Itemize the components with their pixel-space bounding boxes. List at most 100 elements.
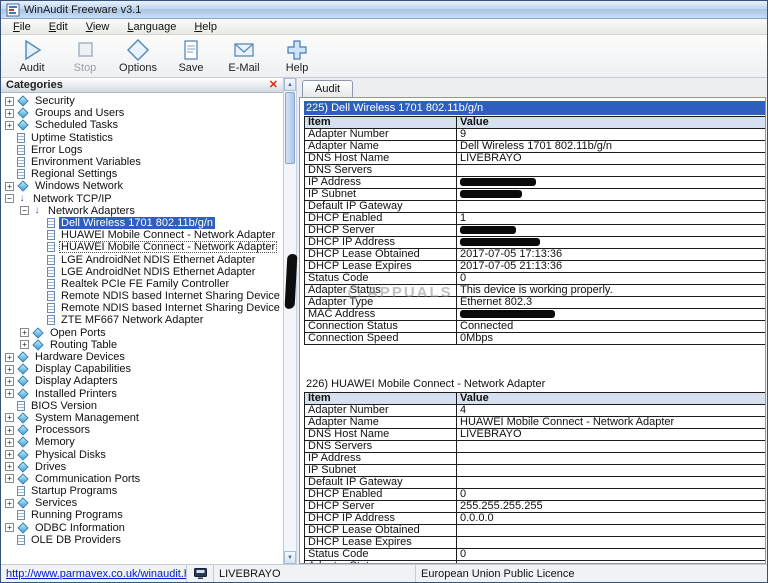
tree-item-label[interactable]: Startup Programs xyxy=(29,485,119,497)
tree-item-label[interactable]: Drives xyxy=(33,461,68,473)
tree-item[interactable]: ZTE MF667 Network Adapter xyxy=(1,314,283,326)
tree-item-label[interactable]: Physical Disks xyxy=(33,449,108,461)
options-button[interactable]: Options xyxy=(115,38,161,76)
tree-item-label[interactable]: Windows Network xyxy=(33,180,125,192)
tree-item-label[interactable]: Dell Wireless 1701 802.11b/g/n xyxy=(59,217,215,229)
tree-item[interactable]: Startup Programs xyxy=(1,485,283,497)
tree-item[interactable]: Remote NDIS based Internet Sharing Devic… xyxy=(1,302,283,314)
scroll-up-icon[interactable]: ▲ xyxy=(284,78,296,91)
tree-item-label[interactable]: Display Capabilities xyxy=(33,363,133,375)
tree-item-label[interactable]: Realtek PCIe FE Family Controller xyxy=(59,278,231,290)
tree-item-label[interactable]: Uptime Statistics xyxy=(29,132,115,144)
collapse-icon[interactable]: − xyxy=(20,206,29,215)
menu-item-edit[interactable]: Edit xyxy=(40,20,77,34)
tree-item-label[interactable]: Communication Ports xyxy=(33,473,142,485)
close-icon[interactable]: ✕ xyxy=(269,80,278,91)
expand-icon[interactable]: + xyxy=(5,438,14,447)
tree-item[interactable]: + Open Ports xyxy=(1,327,283,339)
tree-item[interactable]: Remote NDIS based Internet Sharing Devic… xyxy=(1,290,283,302)
tree-item[interactable]: +Drives xyxy=(1,461,283,473)
expand-icon[interactable]: + xyxy=(5,450,14,459)
tree-item[interactable]: +Security xyxy=(1,95,283,107)
tree-item[interactable]: Environment Variables xyxy=(1,156,283,168)
tree-item-label[interactable]: Network TCP/IP xyxy=(31,193,114,205)
tree-item-label[interactable]: Remote NDIS based Internet Sharing Devic… xyxy=(59,302,282,314)
tree-item[interactable]: BIOS Version xyxy=(1,400,283,412)
expand-icon[interactable]: + xyxy=(5,474,14,483)
expand-icon[interactable]: + xyxy=(20,340,29,349)
tree-item[interactable]: −↓Network Adapters xyxy=(1,205,283,217)
tree-item[interactable]: + Physical Disks xyxy=(1,448,283,460)
tree-item-label[interactable]: Remote NDIS based Internet Sharing Devic… xyxy=(59,290,282,302)
tree-item[interactable]: OLE DB Providers xyxy=(1,534,283,546)
tree-item[interactable]: Regional Settings xyxy=(1,168,283,180)
expand-icon[interactable]: + xyxy=(5,109,14,118)
stop-button[interactable]: Stop xyxy=(62,38,108,76)
tree-item-label[interactable]: BIOS Version xyxy=(29,400,99,412)
tree-item[interactable]: + Hardware Devices xyxy=(1,351,283,363)
tree-item[interactable]: + Groups and Users xyxy=(1,107,283,119)
expand-icon[interactable]: + xyxy=(5,365,14,374)
tree-item[interactable]: Error Logs xyxy=(1,144,283,156)
tree-item-label[interactable]: OLE DB Providers xyxy=(29,534,123,546)
tab-audit[interactable]: Audit xyxy=(302,80,353,98)
menu-item-help[interactable]: Help xyxy=(185,20,226,34)
tree-item-label[interactable]: ZTE MF667 Network Adapter xyxy=(59,314,205,326)
tree-item-label[interactable]: Groups and Users xyxy=(33,107,126,119)
tree-item-label[interactable]: Services xyxy=(33,497,79,509)
collapse-icon[interactable]: − xyxy=(5,194,14,203)
tree-item-label[interactable]: Installed Printers xyxy=(33,388,119,400)
expand-icon[interactable]: + xyxy=(5,377,14,386)
tree-item-label[interactable]: LGE AndroidNet NDIS Ethernet Adapter xyxy=(59,266,257,278)
scrollbar-track[interactable] xyxy=(284,91,296,551)
tree-item[interactable]: + Installed Printers xyxy=(1,388,283,400)
tree-item-label[interactable]: Hardware Devices xyxy=(33,351,127,363)
tree-item-label[interactable]: Error Logs xyxy=(29,144,84,156)
tree-item[interactable]: +Processors xyxy=(1,424,283,436)
expand-icon[interactable]: + xyxy=(5,523,14,532)
scrollbar-thumb[interactable] xyxy=(285,92,295,164)
tree-item[interactable]: HUAWEI Mobile Connect - Network Adapter xyxy=(1,229,283,241)
expand-icon[interactable]: + xyxy=(20,328,29,337)
menu-item-view[interactable]: View xyxy=(77,20,119,34)
save-button[interactable]: Save xyxy=(168,38,214,76)
tree-item[interactable]: + Services xyxy=(1,497,283,509)
tree-item-label[interactable]: LGE AndroidNet NDIS Ethernet Adapter xyxy=(59,254,257,266)
help-button[interactable]: Help xyxy=(274,38,320,76)
tree-item[interactable]: Realtek PCIe FE Family Controller xyxy=(1,278,283,290)
expand-icon[interactable]: + xyxy=(5,353,14,362)
tree-item-label[interactable]: Display Adapters xyxy=(33,375,120,387)
tree-item[interactable]: HUAWEI Mobile Connect - Network Adapter xyxy=(1,241,283,253)
expand-icon[interactable]: + xyxy=(5,389,14,398)
tree-item[interactable]: + Display Capabilities xyxy=(1,363,283,375)
tree-item[interactable]: Running Programs xyxy=(1,509,283,521)
tree-item[interactable]: + Routing Table xyxy=(1,339,283,351)
tree-item[interactable]: −↓Network TCP/IP xyxy=(1,193,283,205)
tree-item[interactable]: + Scheduled Tasks xyxy=(1,119,283,131)
tree-item-label[interactable]: Network Adapters xyxy=(46,205,137,217)
tree-item-label[interactable]: Running Programs xyxy=(29,509,125,521)
expand-icon[interactable]: + xyxy=(5,97,14,106)
expand-icon[interactable]: + xyxy=(5,426,14,435)
tree-item[interactable]: LGE AndroidNet NDIS Ethernet Adapter xyxy=(1,253,283,265)
tree-item[interactable]: Uptime Statistics xyxy=(1,132,283,144)
tree-item-label[interactable]: Open Ports xyxy=(48,327,108,339)
tree-item[interactable]: Dell Wireless 1701 802.11b/g/n xyxy=(1,217,283,229)
tree-item[interactable]: +ODBC Information xyxy=(1,522,283,534)
tree-item-label[interactable]: Scheduled Tasks xyxy=(33,119,120,131)
tree-item-label[interactable]: HUAWEI Mobile Connect - Network Adapter xyxy=(59,229,277,241)
tree-item[interactable]: LGE AndroidNet NDIS Ethernet Adapter xyxy=(1,266,283,278)
tree-item-label[interactable]: Memory xyxy=(33,436,77,448)
expand-icon[interactable]: + xyxy=(5,121,14,130)
tree-item[interactable]: + Memory xyxy=(1,436,283,448)
audit-button[interactable]: Audit xyxy=(9,38,55,76)
menu-item-file[interactable]: File xyxy=(4,20,40,34)
tree-item-label[interactable]: Environment Variables xyxy=(29,156,143,168)
scroll-down-icon[interactable]: ▼ xyxy=(284,551,296,564)
expand-icon[interactable]: + xyxy=(5,413,14,422)
tree-item[interactable]: +System Management xyxy=(1,412,283,424)
tree-item-label[interactable]: Routing Table xyxy=(48,339,119,351)
expand-icon[interactable]: + xyxy=(5,499,14,508)
tree-item-label[interactable]: HUAWEI Mobile Connect - Network Adapter xyxy=(59,241,277,253)
tree-item[interactable]: +Windows Network xyxy=(1,180,283,192)
